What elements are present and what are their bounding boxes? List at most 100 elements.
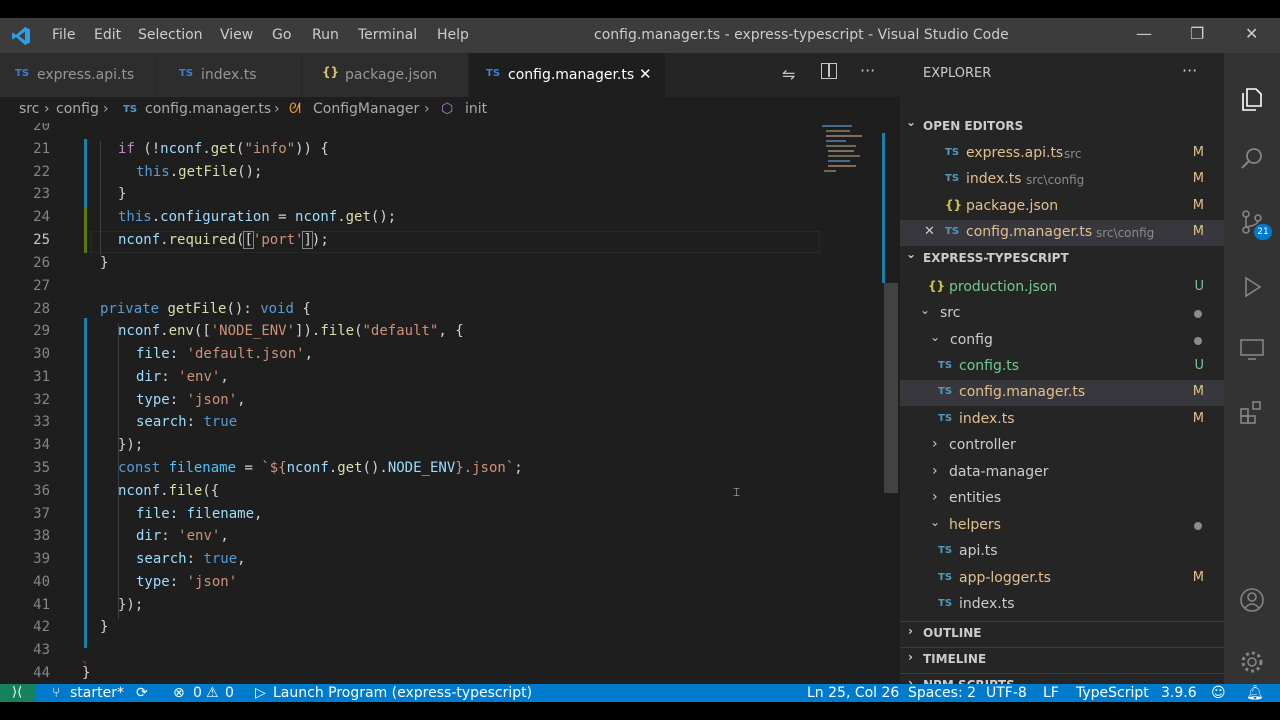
menu-view[interactable]: View (220, 27, 253, 43)
tree-item[interactable]: TS api.ts (900, 539, 1224, 565)
menu-selection[interactable]: Selection (138, 27, 203, 43)
line-number: 37 (33, 506, 50, 522)
cursor-position[interactable]: Ln 25, Col 26 (807, 684, 899, 702)
modified-badge: M (1192, 171, 1204, 186)
tree-item[interactable]: › entities (900, 486, 1224, 512)
breadcrumb-method[interactable]: init (465, 101, 487, 117)
more-actions-icon[interactable]: ··· (1182, 61, 1197, 80)
typescript-icon: TS (15, 68, 30, 79)
line-number: 44 (33, 665, 50, 681)
close-icon[interactable]: ✕ (924, 224, 935, 239)
line-number: 26 (33, 255, 50, 271)
code-line: const filename = `${nconf.get().NODE_ENV… (118, 460, 523, 476)
menu-edit[interactable]: Edit (94, 27, 121, 43)
feedback-icon[interactable]: ☺ (1211, 684, 1226, 702)
warning-count[interactable]: 0 (225, 684, 234, 702)
remote-explorer-icon[interactable] (1238, 335, 1266, 363)
file-name: package.json (966, 198, 1059, 214)
line-ending[interactable]: LF (1043, 684, 1059, 702)
editor-scrollbar-thumb[interactable] (884, 283, 898, 493)
source-control-icon[interactable]: 21 (1238, 208, 1272, 240)
chevron-right-icon: › (103, 101, 109, 117)
list-item[interactable]: TS express.api.ts src M (900, 141, 1224, 167)
section-open-editors[interactable]: ⌄ OPEN EDITORS (900, 115, 1224, 138)
close-tab-icon[interactable]: ✕ (639, 65, 652, 83)
tree-item[interactable]: › controller (900, 433, 1224, 459)
launch-play-icon: ▷ (255, 685, 266, 701)
more-actions-icon[interactable]: ··· (860, 61, 875, 80)
tab-config-manager[interactable]: TS config.manager.ts ✕ (469, 53, 665, 97)
git-branch[interactable]: starter* (70, 684, 124, 702)
tree-item[interactable]: TS config.ts U (900, 354, 1224, 380)
menu-file[interactable]: File (52, 27, 75, 43)
remote-indicator-icon[interactable]: ⟩⟨ (0, 684, 36, 702)
language-mode[interactable]: TypeScript (1076, 684, 1149, 702)
list-item[interactable]: ✕ TS config.manager.ts src\config M (900, 220, 1224, 246)
account-icon[interactable] (1238, 586, 1266, 614)
menu-help[interactable]: Help (437, 27, 469, 43)
line-number: 27 (33, 278, 50, 294)
settings-gear-icon[interactable] (1238, 648, 1266, 676)
menu-run[interactable]: Run (312, 27, 339, 43)
open-changes-icon[interactable]: ⇋ (782, 65, 795, 84)
indentation[interactable]: Spaces: 2 (908, 684, 976, 702)
tree-item[interactable]: {} production.json U (900, 275, 1224, 301)
folder-name: entities (949, 490, 1002, 506)
tab-index[interactable]: TS index.ts (157, 53, 301, 97)
code-line: nconf.file({ (118, 483, 220, 499)
search-icon[interactable] (1238, 145, 1266, 173)
breadcrumb-config[interactable]: config (56, 101, 99, 117)
extensions-icon[interactable] (1238, 398, 1266, 426)
tab-package-json[interactable]: {} package.json (302, 53, 468, 97)
breadcrumb-class[interactable]: ConfigManager (313, 101, 419, 117)
tree-item[interactable]: TS index.ts M (900, 407, 1224, 433)
run-debug-icon[interactable] (1238, 273, 1266, 301)
tree-item[interactable]: TS app-logger.ts M (900, 566, 1224, 592)
code-line: type: 'json', (136, 392, 246, 408)
minimap[interactable] (820, 123, 882, 183)
code-line: }); (118, 597, 144, 613)
restore-icon[interactable]: ❐ (1190, 24, 1204, 43)
notifications-bell-icon[interactable]: 🔔︎ (1246, 684, 1264, 702)
encoding[interactable]: UTF-8 (986, 684, 1027, 702)
code-editor[interactable]: 20 21 22 23 24 25 26 27 28 29 30 31 32 3… (0, 123, 900, 685)
line-number: 43 (33, 642, 50, 658)
section-project[interactable]: ⌄ EXPRESS-TYPESCRIPT (900, 247, 1224, 270)
class-symbol-icon: ᘛ (289, 101, 301, 117)
section-timeline[interactable]: › TIMELINE (900, 647, 1224, 670)
code-line: file: 'default.json', (136, 346, 314, 362)
section-outline[interactable]: › OUTLINE (900, 621, 1224, 644)
menu-go[interactable]: Go (272, 27, 291, 43)
tree-item[interactable]: ⌄ src (900, 301, 1224, 327)
sync-icon[interactable]: ⟳ (136, 684, 148, 702)
modified-badge: M (1192, 384, 1204, 399)
code-line: file: filename, (136, 506, 263, 522)
menu-terminal[interactable]: Terminal (358, 27, 417, 43)
tree-item[interactable]: ⌄ helpers (900, 513, 1224, 539)
list-item[interactable]: {} package.json M (900, 194, 1224, 220)
list-item[interactable]: TS index.ts src\config M (900, 167, 1224, 193)
close-window-icon[interactable]: ✕ (1245, 24, 1258, 43)
code-line: } (100, 619, 109, 635)
tab-express-api[interactable]: TS express.api.ts (0, 53, 156, 97)
changes-dot-icon (1194, 337, 1202, 345)
tree-item[interactable]: › data-manager (900, 460, 1224, 486)
launch-config[interactable]: Launch Program (express-typescript) (273, 684, 532, 702)
minimize-icon[interactable]: — (1136, 24, 1152, 43)
tree-item[interactable]: TS index.ts (900, 592, 1224, 618)
breadcrumb-src[interactable]: src (19, 101, 39, 117)
error-count[interactable]: 0 (193, 684, 202, 702)
tree-item[interactable]: ⌄ config (900, 328, 1224, 354)
explorer-icon[interactable] (1238, 85, 1266, 113)
tree-item[interactable]: TS config.manager.ts M (900, 380, 1224, 406)
changes-dot-icon (1194, 310, 1202, 318)
ts-version[interactable]: 3.9.6 (1161, 684, 1197, 702)
breadcrumb-file[interactable]: config.manager.ts (145, 101, 271, 117)
chevron-right-icon: › (908, 650, 913, 664)
file-name: api.ts (959, 543, 998, 559)
window-title: config.manager.ts - express-typescript -… (594, 27, 1009, 43)
gutter-modified-mark (84, 318, 87, 648)
line-number: 22 (33, 164, 50, 180)
line-number: 23 (33, 186, 50, 202)
split-editor-icon[interactable] (821, 63, 837, 79)
